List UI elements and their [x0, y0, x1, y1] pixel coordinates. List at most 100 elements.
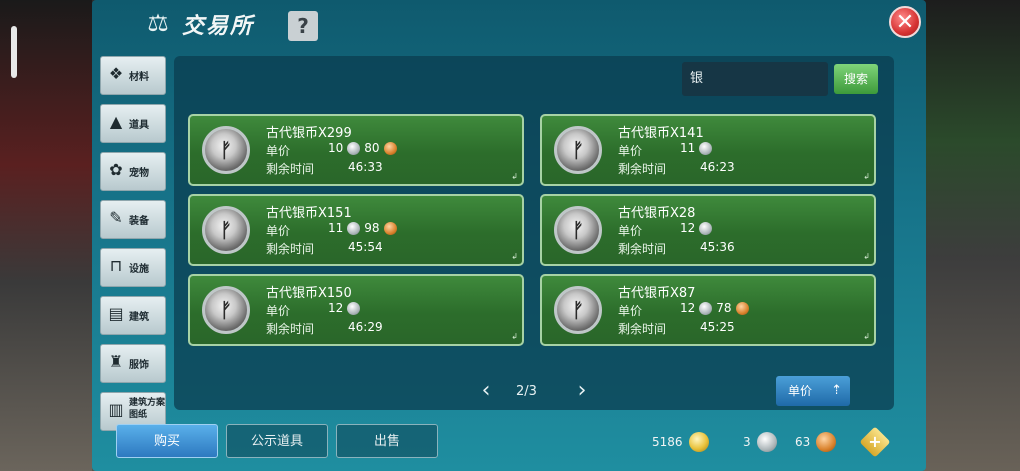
plus-icon: +: [868, 432, 882, 451]
price-copper: 80: [364, 141, 380, 155]
sidebar-item-label: 装备: [129, 216, 149, 227]
price-label: 单价: [266, 144, 291, 158]
price-silver: 12: [680, 301, 696, 315]
price-label: 单价: [618, 304, 643, 318]
sort-arrow-icon: ⇡: [831, 383, 842, 398]
search-button[interactable]: 搜索: [834, 64, 878, 94]
wallet-gold: 5186: [652, 432, 709, 452]
ancient-silver-coin-icon: ᚠ: [202, 126, 250, 174]
sidebar-item-label: 材料: [129, 72, 149, 83]
rune-icon: ᚠ: [220, 218, 232, 242]
copper-coin-icon: [735, 301, 749, 315]
ancient-silver-coin-icon: ᚠ: [554, 286, 602, 334]
listing-price: 11 98: [328, 221, 397, 235]
props-icon: ▲: [109, 112, 123, 131]
rune-icon: ᚠ: [572, 138, 584, 162]
page-indicator: 2/3: [516, 384, 537, 399]
listing-time: 46:23: [700, 160, 735, 174]
listing-card[interactable]: ᚠ 古代银币X28 单价 12 剩余时间 45:36 ↲: [540, 194, 876, 266]
listing-card[interactable]: ᚠ 古代银币X141 单价 11 剩余时间 46:23 ↲: [540, 114, 876, 186]
sidebar-item-label: 建筑: [129, 312, 149, 323]
listing-time: 46:29: [348, 320, 383, 334]
listing-name: 古代银币X299: [266, 126, 352, 141]
close-icon: ✕: [895, 10, 915, 35]
price-silver: 11: [328, 221, 344, 235]
sidebar-item-label: 建筑方案图纸: [129, 398, 166, 420]
price-label: 单价: [266, 304, 291, 318]
side-drawer-handle[interactable]: [11, 26, 17, 78]
listing-name: 古代银币X87: [618, 286, 696, 301]
price-label: 单价: [618, 224, 643, 238]
listing-name: 古代银币X151: [266, 206, 352, 221]
background-right: [924, 0, 1020, 471]
sidebar-item-materials[interactable]: ❖ 材料: [100, 56, 166, 95]
listing-name: 古代银币X141: [618, 126, 704, 141]
sidebar-item-label: 设施: [129, 264, 149, 275]
sidebar-item-label: 服饰: [129, 360, 149, 371]
category-sidebar: ❖ 材料 ▲ 道具 ✿ 宠物 ✎ 装备 ⊓ 设施 ▤ 建筑 ♜ 服饰 ▥ 建筑方: [100, 56, 166, 440]
tab-buy[interactable]: 购买: [116, 424, 218, 458]
silver-coin-icon: [347, 141, 361, 155]
listing-card[interactable]: ᚠ 古代银币X299 单价 10 80 剩余时间 46:33 ↲: [188, 114, 524, 186]
time-label: 剩余时间: [618, 162, 667, 176]
price-silver: 10: [328, 141, 344, 155]
blueprint-icon: ▥: [108, 400, 124, 419]
rune-icon: ᚠ: [572, 298, 584, 322]
sidebar-item-building[interactable]: ▤ 建筑: [100, 296, 166, 335]
add-currency-button[interactable]: +: [859, 426, 891, 458]
sidebar-item-pets[interactable]: ✿ 宠物: [100, 152, 166, 191]
time-label: 剩余时间: [266, 242, 315, 256]
tab-public-items[interactable]: 公示道具: [226, 424, 328, 458]
listing-price: 12: [328, 301, 361, 315]
price-label: 单价: [618, 144, 643, 158]
corner-arrow-icon: ↲: [511, 252, 518, 261]
listing-name: 古代银币X28: [618, 206, 696, 221]
listing-price: 12 78: [680, 301, 749, 315]
listing-price: 11: [680, 141, 713, 155]
listing-card[interactable]: ᚠ 古代银币X150 单价 12 剩余时间 46:29 ↲: [188, 274, 524, 346]
pagination: ‹ 2/3 ›: [474, 380, 594, 404]
price-silver: 11: [680, 141, 696, 155]
listing-price: 10 80: [328, 141, 397, 155]
next-page-button[interactable]: ›: [570, 380, 594, 404]
listing-price: 12: [680, 221, 713, 235]
facility-icon: ⊓: [109, 256, 123, 275]
exchange-window: ⚖ 交易所 ? ✕ ❖ 材料 ▲ 道具 ✿ 宠物 ✎ 装备 ⊓ 设施 ▤ 建筑: [92, 0, 926, 471]
silver-coin-icon: [756, 432, 777, 452]
corner-arrow-icon: ↲: [511, 332, 518, 341]
wallet-copper: 63: [795, 432, 837, 452]
price-label: 单价: [266, 224, 291, 238]
search-input[interactable]: 银: [682, 62, 828, 96]
ancient-silver-coin-icon: ᚠ: [202, 206, 250, 254]
sidebar-item-label: 宠物: [129, 168, 149, 179]
tab-sell[interactable]: 出售: [336, 424, 438, 458]
listing-card[interactable]: ᚠ 古代银币X87 单价 12 78 剩余时间 45:25 ↲: [540, 274, 876, 346]
title-bar: ⚖ 交易所 ? ✕: [92, 0, 926, 50]
corner-arrow-icon: ↲: [863, 332, 870, 341]
prev-page-button[interactable]: ‹: [474, 380, 498, 404]
listing-panel: 银 搜索 ᚠ 古代银币X299 单价 10 80 剩余时间 46:33 ↲ ᚠ …: [174, 56, 894, 410]
building-icon: ▤: [108, 304, 124, 323]
listing-card[interactable]: ᚠ 古代银币X151 单价 11 98 剩余时间 45:54 ↲: [188, 194, 524, 266]
scale-icon: ⚖: [147, 9, 169, 37]
sidebar-item-facility[interactable]: ⊓ 设施: [100, 248, 166, 287]
copper-coin-icon: [383, 141, 397, 155]
price-silver: 12: [680, 221, 696, 235]
rune-icon: ᚠ: [220, 138, 232, 162]
silver-coin-icon: [699, 141, 713, 155]
price-silver: 12: [328, 301, 344, 315]
wallet-silver: 3: [743, 432, 777, 452]
time-label: 剩余时间: [618, 242, 667, 256]
help-button[interactable]: ?: [288, 11, 318, 41]
close-button[interactable]: ✕: [889, 6, 921, 38]
silver-amount: 3: [743, 435, 751, 449]
price-copper: 78: [716, 301, 732, 315]
sidebar-item-equipment[interactable]: ✎ 装备: [100, 200, 166, 239]
sidebar-item-props[interactable]: ▲ 道具: [100, 104, 166, 143]
silver-coin-icon: [699, 301, 713, 315]
copper-coin-icon: [816, 432, 837, 452]
time-label: 剩余时间: [618, 322, 667, 336]
sidebar-item-clothing[interactable]: ♜ 服饰: [100, 344, 166, 383]
sort-by-unit-price-button[interactable]: 单价 ⇡: [776, 376, 850, 406]
clothing-icon: ♜: [108, 352, 124, 371]
